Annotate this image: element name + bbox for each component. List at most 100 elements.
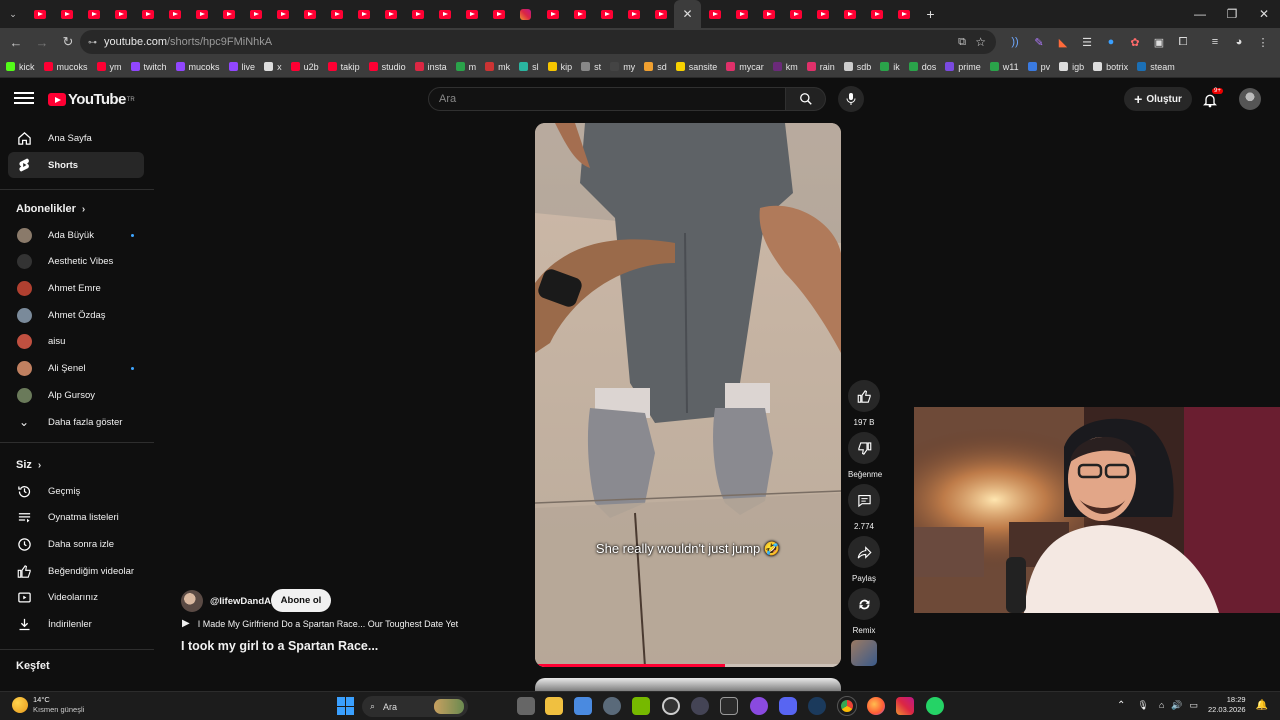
bookmark-item[interactable]: w11 [989,62,1019,72]
browser-menu-icon[interactable]: ⋮ [1251,30,1275,54]
bookmark-item[interactable]: x [264,62,282,72]
comments-action[interactable]: 2.774 [848,484,880,531]
address-bar[interactable]: ⊶ youtube.com/shorts/hpc9FMiNhkA ⧉ ☆ [80,30,996,54]
channel-avatar[interactable] [181,590,203,612]
settings-gear-icon[interactable] [603,697,621,715]
browser-tab-youtube[interactable] [566,0,593,28]
file-explorer-icon[interactable] [545,697,563,715]
like-action[interactable]: 197 B [848,380,880,427]
app-icon-2[interactable] [720,697,738,715]
browser-tab-youtube[interactable] [782,0,809,28]
sidebar-item-history[interactable]: Geçmiş [8,478,144,504]
browser-tab-youtube[interactable] [242,0,269,28]
browser-tab-youtube[interactable] [485,0,512,28]
notifications-button[interactable]: 9+ [1202,88,1224,110]
bookmark-star-icon[interactable]: ☆ [975,35,986,49]
sidebar-item-playlists[interactable]: Oynatma listeleri [8,505,144,531]
bookmark-item[interactable]: sd [644,62,667,72]
browser-tab-youtube[interactable] [593,0,620,28]
browser-tab-youtube[interactable] [809,0,836,28]
tab-search-menu[interactable]: ⌄ [0,0,26,28]
extension-1-icon[interactable]: )) [1003,30,1027,54]
extension-3-icon[interactable]: ◣ [1051,30,1075,54]
sidebar-subscription-item[interactable]: Ada Büyük [8,222,144,248]
reading-list-icon[interactable]: ≡ [1203,30,1227,54]
voice-search-button[interactable] [838,86,864,112]
windows-start-icon[interactable] [337,697,355,715]
browser-tab-youtube[interactable] [269,0,296,28]
back-button[interactable]: ← [4,30,28,54]
browser-tab-youtube[interactable] [728,0,755,28]
bookmark-item[interactable]: live [228,62,255,72]
whatsapp-icon[interactable] [926,697,944,715]
close-window-button[interactable]: ✕ [1248,0,1280,28]
bookmark-item[interactable]: sl [519,62,539,72]
obs-icon[interactable] [662,697,680,715]
browser-tab-youtube[interactable] [620,0,647,28]
app-icon-3[interactable] [750,697,768,715]
browser-tab-youtube[interactable] [701,0,728,28]
maximize-button[interactable]: ❐ [1216,0,1248,28]
extension-2-icon[interactable]: ✎ [1027,30,1051,54]
sidebar-item-like[interactable]: Beğendiğim videolar [8,558,144,584]
sidebar-item-home[interactable]: Ana Sayfa [8,125,144,151]
browser-tab-youtube[interactable] [431,0,458,28]
browser-tab-youtube[interactable] [296,0,323,28]
nvidia-icon[interactable] [632,697,650,715]
bookmark-item[interactable]: mycar [726,62,764,72]
sidebar-subscription-item[interactable]: Ahmet Emre [8,275,144,301]
create-button[interactable]: + Oluştur [1124,87,1192,111]
bookmark-item[interactable]: ym [96,62,122,72]
taskbar-search[interactable]: ⌕ Ara [362,696,468,717]
bookmark-item[interactable]: twitch [130,62,167,72]
forward-button[interactable]: → [30,30,54,54]
like-button[interactable] [848,380,880,412]
minimize-button[interactable]: — [1184,0,1216,28]
sidebar-item-download[interactable]: İndirilenler [8,612,144,638]
sidebar-subscription-item[interactable]: Alp Gursoy [8,382,144,408]
extension-7-icon[interactable]: ▣ [1147,30,1171,54]
bookmark-item[interactable]: km [772,62,798,72]
install-app-icon[interactable]: ⧉ [958,36,966,49]
bookmark-item[interactable]: mucoks [175,62,220,72]
mic-tray-icon[interactable]: 🎙 [1137,700,1148,711]
browser-tab-youtube[interactable] [323,0,350,28]
clock[interactable]: 18:29 22.03.2026 [1208,695,1246,715]
browser-tab-youtube[interactable] [26,0,53,28]
volume-icon[interactable]: 🔊 [1171,700,1182,711]
new-tab-button[interactable]: + [917,0,944,28]
bookmark-item[interactable]: my [610,62,635,72]
instagram-icon[interactable] [896,697,914,715]
site-info-icon[interactable]: ⊶ [88,37,97,48]
bookmark-item[interactable]: kip [547,62,572,72]
account-avatar[interactable] [1239,88,1261,110]
bookmark-item[interactable]: prime [945,62,981,72]
show-more-button[interactable]: ⌄ Daha fazla göster [8,409,144,435]
bookmark-item[interactable]: mucoks [43,62,88,72]
active-tab[interactable]: ✕ [674,0,701,28]
bookmark-item[interactable]: ik [880,62,900,72]
bookmark-item[interactable]: mk [485,62,510,72]
sidebar-subscription-item[interactable]: Ahmet Özdaş [8,302,144,328]
notification-center-icon[interactable]: 🔔 [1256,700,1268,711]
extension-6-icon[interactable]: ✿ [1123,30,1147,54]
bookmark-item[interactable]: kick [6,62,35,72]
store-icon[interactable] [574,697,592,715]
browser-tab-youtube[interactable] [755,0,782,28]
firefox-icon[interactable] [867,697,885,715]
bookmark-item[interactable]: pv [1027,62,1050,72]
bookmark-item[interactable]: studio [368,62,406,72]
sidebar-subscription-item[interactable]: Aesthetic Vibes [8,249,144,275]
share-action[interactable]: Paylaş [848,536,880,583]
browser-tab-youtube[interactable] [863,0,890,28]
bookmark-item[interactable]: takip [327,62,360,72]
browser-tab-youtube[interactable] [53,0,80,28]
next-short-preview[interactable] [535,678,841,692]
browser-tab-youtube[interactable] [890,0,917,28]
bookmark-item[interactable]: m [455,62,476,72]
close-tab-icon[interactable]: ✕ [682,7,692,21]
bookmark-item[interactable]: sansite [675,62,717,72]
app-icon-1[interactable] [691,697,709,715]
browser-tab-youtube[interactable] [647,0,674,28]
browser-tab-youtube[interactable] [107,0,134,28]
